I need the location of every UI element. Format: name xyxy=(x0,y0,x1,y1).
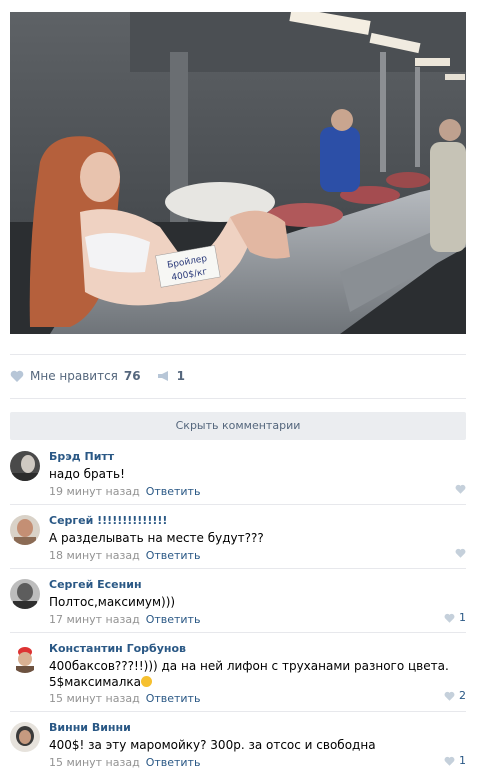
divider xyxy=(10,632,466,633)
comment-author[interactable]: Сергей Есенин xyxy=(49,577,466,593)
comment-text: Полтос,максимум))) xyxy=(49,595,176,609)
like-label: Мне нравится xyxy=(30,369,118,383)
reply-link[interactable]: Ответить xyxy=(146,485,201,498)
avatar[interactable] xyxy=(10,579,40,609)
comment-item: Сергей !!!!!!!!!!!!!! А разделывать на м… xyxy=(10,513,466,565)
share-button[interactable]: 1 xyxy=(157,369,185,383)
comment-author[interactable]: Константин Горбунов xyxy=(49,641,466,657)
like-count: 76 xyxy=(123,369,141,383)
divider xyxy=(10,354,466,355)
comment-item: Винни Винни 400$! за эту маромойку? 300р… xyxy=(10,720,466,772)
comment-like-count: 1 xyxy=(459,754,466,767)
reply-link[interactable]: Ответить xyxy=(146,549,201,562)
avatar[interactable] xyxy=(10,643,40,673)
heart-icon xyxy=(10,370,24,382)
comment-text: 400$! за эту маромойку? 300р. за отсос и… xyxy=(49,738,376,752)
heart-icon xyxy=(444,691,455,701)
heart-icon xyxy=(455,484,466,494)
avatar[interactable] xyxy=(10,451,40,481)
heart-icon xyxy=(444,756,455,766)
comment-time[interactable]: 17 минут назад xyxy=(49,613,140,626)
comment-author[interactable]: Брэд Питт xyxy=(49,449,466,465)
smile-emoji-icon xyxy=(141,676,152,687)
reply-link[interactable]: Ответить xyxy=(146,756,201,769)
comment-like-button[interactable] xyxy=(455,484,466,494)
reply-link[interactable]: Ответить xyxy=(146,613,201,626)
comment-like-button[interactable]: 1 xyxy=(444,611,466,624)
comment-like-button[interactable] xyxy=(455,548,466,558)
comment-item: Брэд Питт надо брать! 19 минут назад Отве… xyxy=(10,449,466,501)
comment-text: надо брать! xyxy=(49,467,125,481)
comment-like-button[interactable]: 2 xyxy=(444,689,466,702)
comment-text: 400баксов???!!))) да на ней лифон с трух… xyxy=(49,659,449,673)
comment-item: Константин Горбунов 400баксов???!!))) да… xyxy=(10,641,466,705)
market-scene-image: Бройлер 400$/кг xyxy=(10,12,466,334)
comment-time[interactable]: 18 минут назад xyxy=(49,549,140,562)
divider xyxy=(10,504,466,505)
avatar[interactable] xyxy=(10,515,40,545)
divider xyxy=(10,568,466,569)
megaphone-icon xyxy=(157,371,168,381)
heart-icon xyxy=(444,613,455,623)
like-button[interactable]: Мне нравится 76 xyxy=(10,369,141,383)
comment-author[interactable]: Сергей !!!!!!!!!!!!!! xyxy=(49,513,466,529)
post-photo[interactable]: Бройлер 400$/кг xyxy=(10,12,466,334)
comment-time[interactable]: 15 минут назад xyxy=(49,756,140,769)
comment-text-line2: 5$максималка xyxy=(49,675,141,689)
comment-item: Сергей Есенин Полтос,максимум))) 17 мину… xyxy=(10,577,466,629)
reply-link[interactable]: Ответить xyxy=(146,692,201,705)
hide-comments-button[interactable]: Скрыть комментарии xyxy=(10,412,466,440)
comment-text: А разделывать на месте будут??? xyxy=(49,531,264,545)
heart-icon xyxy=(455,548,466,558)
comment-like-button[interactable]: 1 xyxy=(444,754,466,767)
share-count: 1 xyxy=(176,369,185,383)
comment-time[interactable]: 15 минут назад xyxy=(49,692,140,705)
comment-like-count: 2 xyxy=(459,689,466,702)
comment-time[interactable]: 19 минут назад xyxy=(49,485,140,498)
divider xyxy=(10,711,466,712)
post-actions: Мне нравится 76 1 xyxy=(10,366,201,386)
avatar[interactable] xyxy=(10,722,40,752)
comment-like-count: 1 xyxy=(459,611,466,624)
divider xyxy=(10,398,466,399)
comment-author[interactable]: Винни Винни xyxy=(49,720,466,736)
